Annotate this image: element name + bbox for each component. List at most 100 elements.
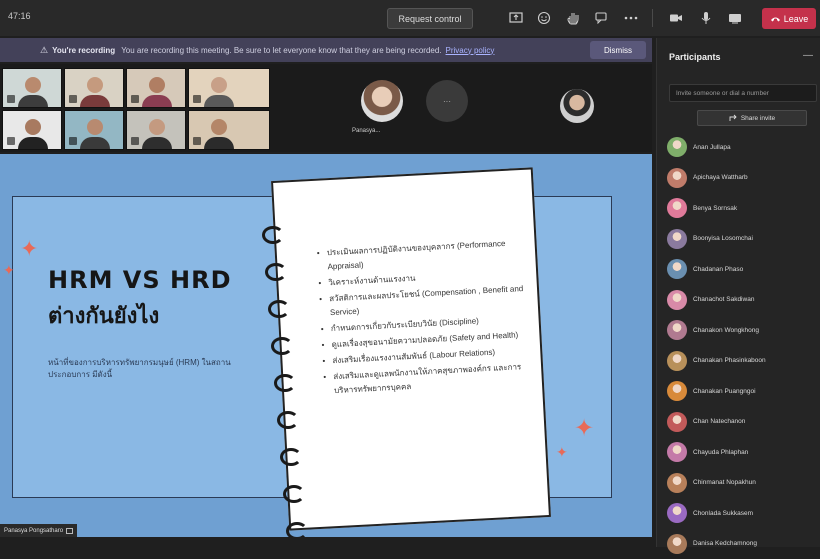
participant-body (142, 137, 172, 150)
panel-title: Participants (669, 52, 721, 62)
avatar (667, 534, 687, 554)
slide-bullet-list: ประเมินผลการปฏิบัติงานของบุคลากร (Perfor… (317, 236, 535, 401)
close-panel-icon[interactable]: — (803, 50, 813, 61)
dismiss-button[interactable]: Dismiss (590, 41, 646, 59)
participant-row[interactable]: Chan Natechanon (657, 407, 820, 438)
avatar (667, 473, 687, 493)
participant-row[interactable]: Chinmanat Nopakhun (657, 468, 820, 499)
microphone-icon[interactable] (698, 10, 714, 26)
notepad-ring (271, 337, 293, 355)
mic-muted-icon (193, 137, 201, 145)
participant-name: Chonlada Sukkasem (693, 510, 753, 517)
leave-button[interactable]: Leave (762, 8, 816, 29)
participant-name: Chinmanat Nopakhun (693, 479, 756, 486)
participant-row[interactable]: Apichaya Wattharb (657, 163, 820, 194)
recording-title: You're recording (52, 46, 115, 55)
camera-icon[interactable] (668, 10, 684, 26)
presenting-icon (66, 528, 73, 534)
video-tile[interactable] (2, 68, 62, 108)
overflow-participants-avatar[interactable]: ··· (426, 80, 468, 122)
mic-muted-icon (69, 95, 77, 103)
slide-subtitle: หน้าที่ของการบริหารทรัพยากรมนุษย์ (HRM) … (48, 357, 248, 381)
reactions-icon[interactable] (536, 10, 552, 26)
participant-name: Danisa Kedchamnong (693, 540, 757, 547)
participant-name: Boonyisa Losomchai (693, 235, 753, 242)
avatar (667, 320, 687, 340)
video-tile[interactable] (188, 110, 270, 150)
notepad-ring (268, 300, 290, 318)
presenter-name: Panasya Pongsatharo (4, 528, 63, 534)
participant-name: Apichaya Wattharb (693, 174, 748, 181)
share-tray-icon[interactable] (508, 10, 524, 26)
participant-name: Anan Jullapa (693, 144, 731, 151)
raise-hand-icon[interactable] (565, 10, 581, 26)
mic-muted-icon (193, 95, 201, 103)
toolbar-divider (652, 9, 653, 27)
participant-name: Chanakan Phasinkaboon (693, 357, 766, 364)
request-control-button[interactable]: Request control (387, 8, 473, 29)
participant-avatar[interactable] (560, 89, 594, 123)
video-tile[interactable] (64, 110, 124, 150)
participant-body (80, 137, 110, 150)
participant-head (149, 119, 165, 135)
participant-row[interactable]: Chanakan Puangngoi (657, 376, 820, 407)
participant-name: Chanakan Puangngoi (693, 388, 756, 395)
participant-head (87, 77, 103, 93)
video-tile[interactable] (64, 68, 124, 108)
featured-participant-name: Panasya... (352, 128, 380, 134)
participant-body (80, 95, 110, 108)
participant-row[interactable]: Benya Sornsak (657, 193, 820, 224)
participant-row[interactable]: Chayuda Phlaphan (657, 437, 820, 468)
mic-muted-icon (7, 137, 15, 145)
meeting-timer: 47:16 (8, 11, 31, 21)
notepad-ring (286, 522, 308, 537)
avatar (667, 198, 687, 218)
participant-name: Chayuda Phlaphan (693, 449, 748, 456)
participant-row[interactable]: Chadanan Phaso (657, 254, 820, 285)
video-tile[interactable] (126, 68, 186, 108)
sparkle-icon: ✦ (556, 444, 568, 461)
featured-participant-avatar[interactable] (361, 80, 403, 122)
video-tile[interactable] (188, 68, 270, 108)
more-actions-icon[interactable] (623, 10, 639, 26)
recording-banner: ⚠ You're recording You are recording thi… (0, 38, 652, 62)
avatar (667, 290, 687, 310)
participant-head (149, 77, 165, 93)
participant-body (204, 137, 234, 150)
avatar (667, 351, 687, 371)
sparkle-icon: ✦ (574, 414, 594, 443)
meeting-toolbar: 47:16 Request control Leave (0, 0, 820, 36)
share-invite-label: Share invite (741, 115, 775, 122)
participant-body (18, 137, 48, 150)
video-tile[interactable] (2, 110, 62, 150)
sparkle-icon: ✦ (20, 236, 38, 262)
participant-body (18, 95, 48, 108)
participant-row[interactable]: Danisa Kedchamnong (657, 529, 820, 559)
participant-name: Chadanan Phaso (693, 266, 743, 273)
avatar (667, 442, 687, 462)
avatar (667, 503, 687, 523)
warning-icon: ⚠ (40, 45, 48, 56)
invite-search-input[interactable]: Invite someone or dial a number (669, 84, 817, 102)
participant-name: Chanakon Wongkhong (693, 327, 759, 334)
share-screen-icon[interactable] (727, 10, 743, 26)
participant-row[interactable]: Chanakan Phasinkaboon (657, 346, 820, 377)
video-tile[interactable] (126, 110, 186, 150)
share-icon (729, 114, 737, 122)
participant-name: Benya Sornsak (693, 205, 737, 212)
participant-row[interactable]: Chanachot Sakdiwan (657, 285, 820, 316)
chat-icon[interactable] (594, 10, 610, 26)
notepad-graphic: ประเมินผลการปฏิบัติงานของบุคลากร (Perfor… (271, 167, 551, 530)
participant-row[interactable]: Boonyisa Losomchai (657, 224, 820, 255)
participant-row[interactable]: Anan Jullapa (657, 132, 820, 163)
participant-head (211, 119, 227, 135)
mic-muted-icon (131, 95, 139, 103)
participant-row[interactable]: Chonlada Sukkasem (657, 498, 820, 529)
participant-row[interactable]: Chanakon Wongkhong (657, 315, 820, 346)
notepad-ring (265, 263, 287, 281)
avatar (667, 137, 687, 157)
slide-title-thai: ต่างกันยังไง (48, 298, 159, 333)
share-invite-button[interactable]: Share invite (697, 110, 807, 126)
mic-muted-icon (131, 137, 139, 145)
privacy-policy-link[interactable]: Privacy policy (446, 46, 495, 55)
